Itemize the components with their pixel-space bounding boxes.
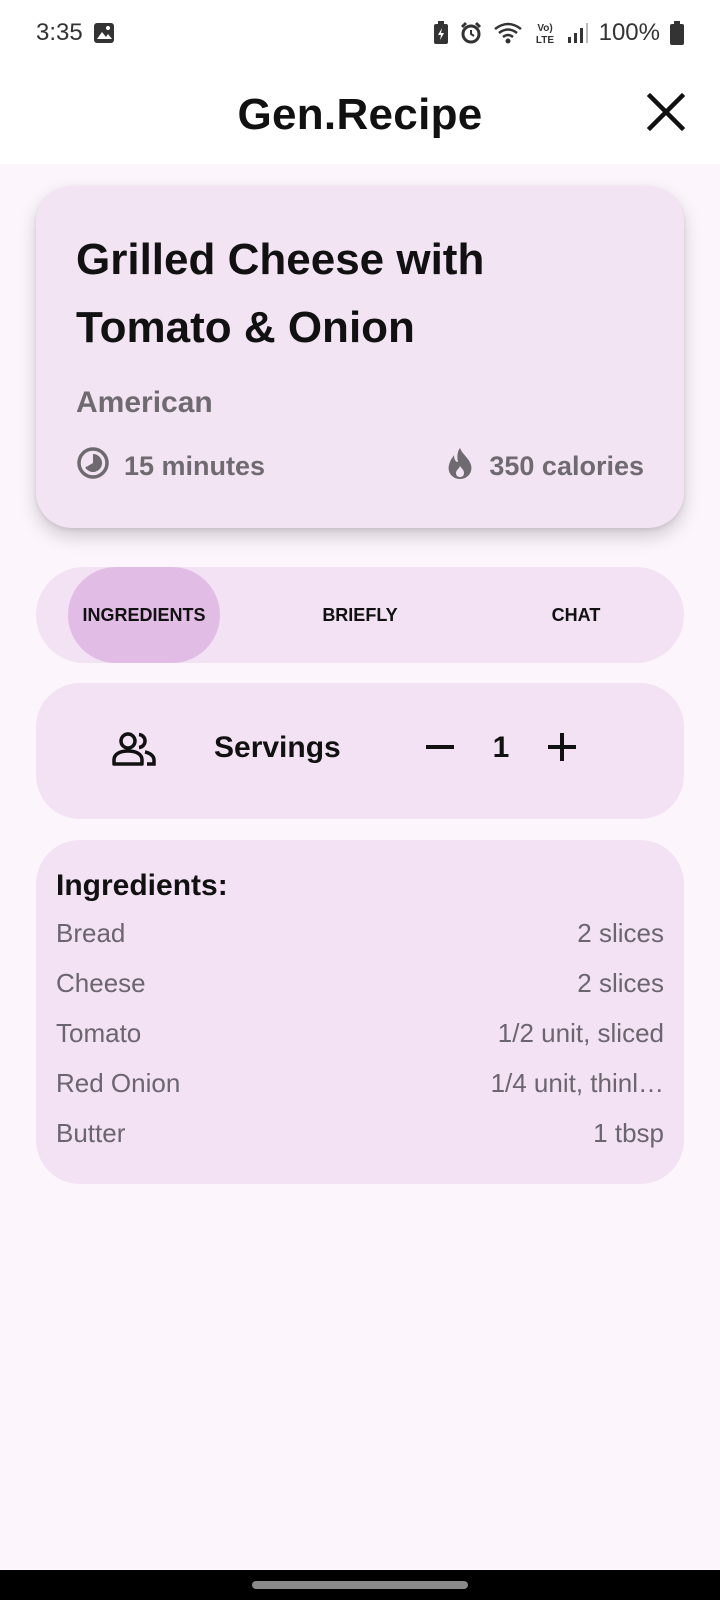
- gallery-icon: [93, 22, 115, 44]
- people-icon: [112, 731, 156, 772]
- timer-icon: [76, 446, 110, 487]
- wifi-icon: [493, 21, 523, 45]
- ingredient-amount: 2 slices: [577, 918, 664, 948]
- status-time: 3:35: [36, 19, 83, 46]
- list-item: Red Onion 1/4 unit, thinl…: [56, 1058, 664, 1108]
- volte-icon: Vo) LTE: [533, 20, 557, 46]
- flame-icon: [445, 446, 475, 487]
- ingredient-name: Cheese: [56, 968, 146, 998]
- close-icon: [646, 92, 686, 137]
- battery-percent: 100%: [598, 19, 660, 46]
- servings-count: 1: [492, 731, 510, 764]
- app-bar: Gen.Recipe: [0, 66, 720, 164]
- home-indicator[interactable]: [252, 1581, 468, 1589]
- alarm-icon: [459, 21, 483, 45]
- signal-icon: [567, 22, 589, 44]
- recipe-title: Grilled Cheese with Tomato & Onion: [76, 235, 485, 352]
- battery-saver-icon: [433, 21, 449, 45]
- servings-label: Servings: [214, 731, 341, 764]
- calories: 350 calories: [445, 446, 644, 487]
- ingredient-amount: 2 slices: [577, 968, 664, 998]
- tab-ingredients[interactable]: INGREDIENTS: [36, 567, 252, 663]
- status-bar: 3:35 Vo) LTE 100%: [0, 0, 720, 66]
- minus-icon: [424, 731, 456, 768]
- list-item: Butter 1 tbsp: [56, 1108, 664, 1158]
- list-item: Cheese 2 slices: [56, 958, 664, 1008]
- app-title: Gen.Recipe: [237, 90, 483, 139]
- ingredient-amount: 1/2 unit, sliced: [497, 1018, 664, 1048]
- tab-bar: INGREDIENTS BRIEFLY CHAT: [36, 567, 684, 663]
- battery-icon: [670, 21, 684, 45]
- tab-chat[interactable]: CHAT: [468, 567, 684, 663]
- ingredients-list: Ingredients: Bread 2 slices Cheese 2 sli…: [36, 840, 684, 1184]
- svg-text:LTE: LTE: [536, 35, 554, 46]
- plus-icon: [546, 731, 578, 768]
- system-nav-bar: [0, 1570, 720, 1600]
- decrease-servings-button[interactable]: [418, 727, 462, 771]
- list-item: Tomato 1/2 unit, sliced: [56, 1008, 664, 1058]
- tab-label: BRIEFLY: [322, 604, 398, 625]
- ingredient-amount: 1 tbsp: [593, 1118, 664, 1148]
- tab-label: CHAT: [551, 604, 601, 625]
- recipe-card: Grilled Cheese with Tomato & Onion Ameri…: [36, 186, 684, 528]
- ingredient-name: Bread: [56, 918, 126, 948]
- ingredient-name: Tomato: [56, 1018, 142, 1048]
- svg-text:Vo): Vo): [537, 23, 552, 34]
- cook-time: 15 minutes: [76, 446, 265, 487]
- ingredients-heading: Ingredients:: [56, 869, 228, 902]
- list-item: Bread 2 slices: [56, 908, 664, 958]
- tab-briefly[interactable]: BRIEFLY: [252, 567, 468, 663]
- calories-value: 350 calories: [489, 451, 644, 481]
- recipe-cuisine: American: [76, 386, 213, 419]
- increase-servings-button[interactable]: [540, 727, 584, 771]
- tab-label: INGREDIENTS: [82, 604, 206, 625]
- servings-control: Servings 1: [36, 683, 684, 819]
- recipe-meta: 15 minutes 350 calories: [76, 446, 644, 487]
- ingredient-name: Butter: [56, 1118, 126, 1148]
- cook-time-value: 15 minutes: [124, 451, 266, 481]
- ingredient-amount: 1/4 unit, thinl…: [490, 1068, 664, 1098]
- close-button[interactable]: [640, 88, 692, 140]
- ingredient-name: Red Onion: [56, 1068, 181, 1098]
